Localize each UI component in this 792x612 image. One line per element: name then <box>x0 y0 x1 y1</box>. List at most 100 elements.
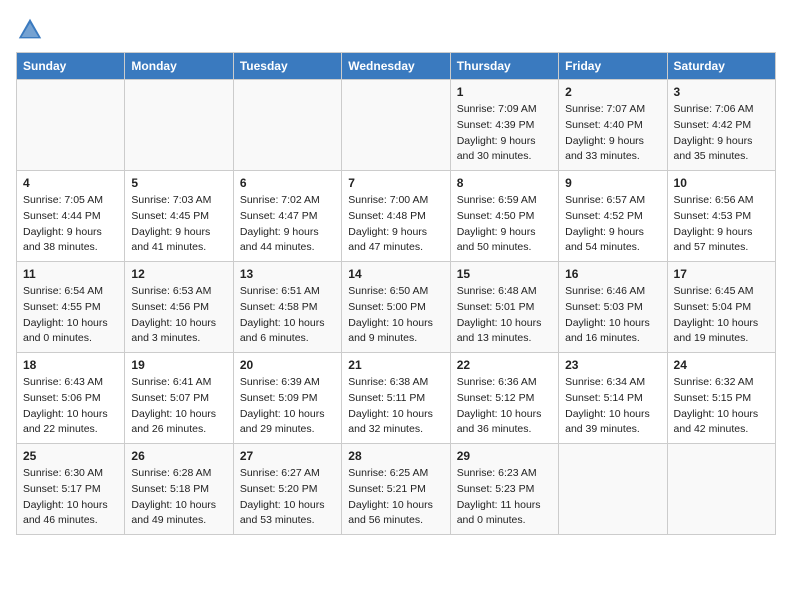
weekday-header: Saturday <box>667 53 775 80</box>
day-number: 12 <box>131 267 226 281</box>
day-detail: Sunrise: 6:34 AMSunset: 5:14 PMDaylight:… <box>565 375 660 438</box>
day-detail: Sunrise: 6:51 AMSunset: 4:58 PMDaylight:… <box>240 284 335 347</box>
calendar-cell: 23 Sunrise: 6:34 AMSunset: 5:14 PMDayligh… <box>559 353 667 444</box>
day-detail: Sunrise: 6:46 AMSunset: 5:03 PMDaylight:… <box>565 284 660 347</box>
day-number: 10 <box>674 176 769 190</box>
calendar-cell: 27 Sunrise: 6:27 AMSunset: 5:20 PMDayligh… <box>233 444 341 535</box>
calendar-cell: 3 Sunrise: 7:06 AMSunset: 4:42 PMDaylight… <box>667 80 775 171</box>
day-number: 15 <box>457 267 552 281</box>
day-detail: Sunrise: 7:09 AMSunset: 4:39 PMDaylight:… <box>457 102 552 165</box>
calendar-cell: 10Sunrise: 6:56 AMSunset: 4:53 PMDayligh… <box>667 171 775 262</box>
day-detail: Sunrise: 7:02 AMSunset: 4:47 PMDaylight:… <box>240 193 335 256</box>
day-detail: Sunrise: 6:27 AMSunset: 5:20 PMDaylight:… <box>240 466 335 529</box>
calendar-week-row: 1 Sunrise: 7:09 AMSunset: 4:39 PMDaylight… <box>17 80 776 171</box>
day-detail: Sunrise: 6:45 AMSunset: 5:04 PMDaylight:… <box>674 284 769 347</box>
day-detail: Sunrise: 6:25 AMSunset: 5:21 PMDaylight:… <box>348 466 443 529</box>
calendar-cell: 4 Sunrise: 7:05 AMSunset: 4:44 PMDaylight… <box>17 171 125 262</box>
day-number: 20 <box>240 358 335 372</box>
calendar-cell: 22 Sunrise: 6:36 AMSunset: 5:12 PMDayligh… <box>450 353 558 444</box>
day-number: 23 <box>565 358 660 372</box>
day-detail: Sunrise: 6:38 AMSunset: 5:11 PMDaylight:… <box>348 375 443 438</box>
calendar-cell: 24Sunrise: 6:32 AMSunset: 5:15 PMDayligh… <box>667 353 775 444</box>
day-detail: Sunrise: 6:48 AMSunset: 5:01 PMDaylight:… <box>457 284 552 347</box>
logo-icon <box>16 16 44 44</box>
day-number: 5 <box>131 176 226 190</box>
day-number: 4 <box>23 176 118 190</box>
page-header <box>16 16 776 44</box>
day-detail: Sunrise: 7:05 AMSunset: 4:44 PMDaylight:… <box>23 193 118 256</box>
calendar-cell: 14 Sunrise: 6:50 AMSunset: 5:00 PMDayligh… <box>342 262 450 353</box>
day-number: 8 <box>457 176 552 190</box>
calendar-cell: 12 Sunrise: 6:53 AMSunset: 4:56 PMDayligh… <box>125 262 233 353</box>
day-detail: Sunrise: 7:03 AMSunset: 4:45 PMDaylight:… <box>131 193 226 256</box>
day-number: 3 <box>674 85 769 99</box>
day-number: 7 <box>348 176 443 190</box>
day-number: 17 <box>674 267 769 281</box>
weekday-header: Sunday <box>17 53 125 80</box>
day-detail: Sunrise: 6:54 AMSunset: 4:55 PMDaylight:… <box>23 284 118 347</box>
day-detail: Sunrise: 6:32 AMSunset: 5:15 PMDaylight:… <box>674 375 769 438</box>
calendar-cell: 16Sunrise: 6:46 AMSunset: 5:03 PMDayligh… <box>559 262 667 353</box>
calendar-header-row: SundayMondayTuesdayWednesdayThursdayFrid… <box>17 53 776 80</box>
calendar-week-row: 11 Sunrise: 6:54 AMSunset: 4:55 PMDayligh… <box>17 262 776 353</box>
calendar-week-row: 18 Sunrise: 6:43 AMSunset: 5:06 PMDayligh… <box>17 353 776 444</box>
calendar-cell: 11 Sunrise: 6:54 AMSunset: 4:55 PMDayligh… <box>17 262 125 353</box>
day-number: 19 <box>131 358 226 372</box>
day-number: 2 <box>565 85 660 99</box>
day-number: 29 <box>457 449 552 463</box>
calendar-cell: 21Sunrise: 6:38 AMSunset: 5:11 PMDayligh… <box>342 353 450 444</box>
calendar-cell: 17 Sunrise: 6:45 AMSunset: 5:04 PMDayligh… <box>667 262 775 353</box>
calendar-week-row: 4 Sunrise: 7:05 AMSunset: 4:44 PMDaylight… <box>17 171 776 262</box>
day-number: 6 <box>240 176 335 190</box>
day-number: 28 <box>348 449 443 463</box>
day-detail: Sunrise: 7:07 AMSunset: 4:40 PMDaylight:… <box>565 102 660 165</box>
calendar-cell: 2 Sunrise: 7:07 AMSunset: 4:40 PMDaylight… <box>559 80 667 171</box>
calendar-cell: 20 Sunrise: 6:39 AMSunset: 5:09 PMDayligh… <box>233 353 341 444</box>
calendar-cell <box>559 444 667 535</box>
day-detail: Sunrise: 6:28 AMSunset: 5:18 PMDaylight:… <box>131 466 226 529</box>
day-detail: Sunrise: 7:06 AMSunset: 4:42 PMDaylight:… <box>674 102 769 165</box>
weekday-header: Thursday <box>450 53 558 80</box>
calendar-cell <box>125 80 233 171</box>
logo <box>16 16 48 44</box>
calendar-cell <box>233 80 341 171</box>
calendar-cell <box>667 444 775 535</box>
day-number: 11 <box>23 267 118 281</box>
calendar-cell <box>17 80 125 171</box>
day-detail: Sunrise: 6:50 AMSunset: 5:00 PMDaylight:… <box>348 284 443 347</box>
calendar-cell: 15 Sunrise: 6:48 AMSunset: 5:01 PMDayligh… <box>450 262 558 353</box>
day-number: 14 <box>348 267 443 281</box>
day-number: 22 <box>457 358 552 372</box>
calendar-cell: 28 Sunrise: 6:25 AMSunset: 5:21 PMDayligh… <box>342 444 450 535</box>
day-number: 26 <box>131 449 226 463</box>
calendar-cell: 13 Sunrise: 6:51 AMSunset: 4:58 PMDayligh… <box>233 262 341 353</box>
day-number: 25 <box>23 449 118 463</box>
day-detail: Sunrise: 6:43 AMSunset: 5:06 PMDaylight:… <box>23 375 118 438</box>
weekday-header: Monday <box>125 53 233 80</box>
day-number: 27 <box>240 449 335 463</box>
day-detail: Sunrise: 6:53 AMSunset: 4:56 PMDaylight:… <box>131 284 226 347</box>
calendar-cell: 29 Sunrise: 6:23 AMSunset: 5:23 PMDayligh… <box>450 444 558 535</box>
day-detail: Sunrise: 6:41 AMSunset: 5:07 PMDaylight:… <box>131 375 226 438</box>
calendar-cell: 25Sunrise: 6:30 AMSunset: 5:17 PMDayligh… <box>17 444 125 535</box>
day-detail: Sunrise: 6:59 AMSunset: 4:50 PMDaylight:… <box>457 193 552 256</box>
day-number: 13 <box>240 267 335 281</box>
day-number: 1 <box>457 85 552 99</box>
calendar-cell: 26 Sunrise: 6:28 AMSunset: 5:18 PMDayligh… <box>125 444 233 535</box>
calendar-cell: 1 Sunrise: 7:09 AMSunset: 4:39 PMDaylight… <box>450 80 558 171</box>
weekday-header: Friday <box>559 53 667 80</box>
day-detail: Sunrise: 6:36 AMSunset: 5:12 PMDaylight:… <box>457 375 552 438</box>
day-detail: Sunrise: 6:57 AMSunset: 4:52 PMDaylight:… <box>565 193 660 256</box>
day-number: 18 <box>23 358 118 372</box>
weekday-header: Tuesday <box>233 53 341 80</box>
calendar-cell <box>342 80 450 171</box>
day-detail: Sunrise: 6:23 AMSunset: 5:23 PMDaylight:… <box>457 466 552 529</box>
calendar-cell: 8 Sunrise: 6:59 AMSunset: 4:50 PMDaylight… <box>450 171 558 262</box>
weekday-header: Wednesday <box>342 53 450 80</box>
calendar-cell: 6 Sunrise: 7:02 AMSunset: 4:47 PMDaylight… <box>233 171 341 262</box>
day-number: 9 <box>565 176 660 190</box>
day-detail: Sunrise: 6:39 AMSunset: 5:09 PMDaylight:… <box>240 375 335 438</box>
calendar-table: SundayMondayTuesdayWednesdayThursdayFrid… <box>16 52 776 535</box>
day-detail: Sunrise: 7:00 AMSunset: 4:48 PMDaylight:… <box>348 193 443 256</box>
calendar-cell: 5 Sunrise: 7:03 AMSunset: 4:45 PMDaylight… <box>125 171 233 262</box>
